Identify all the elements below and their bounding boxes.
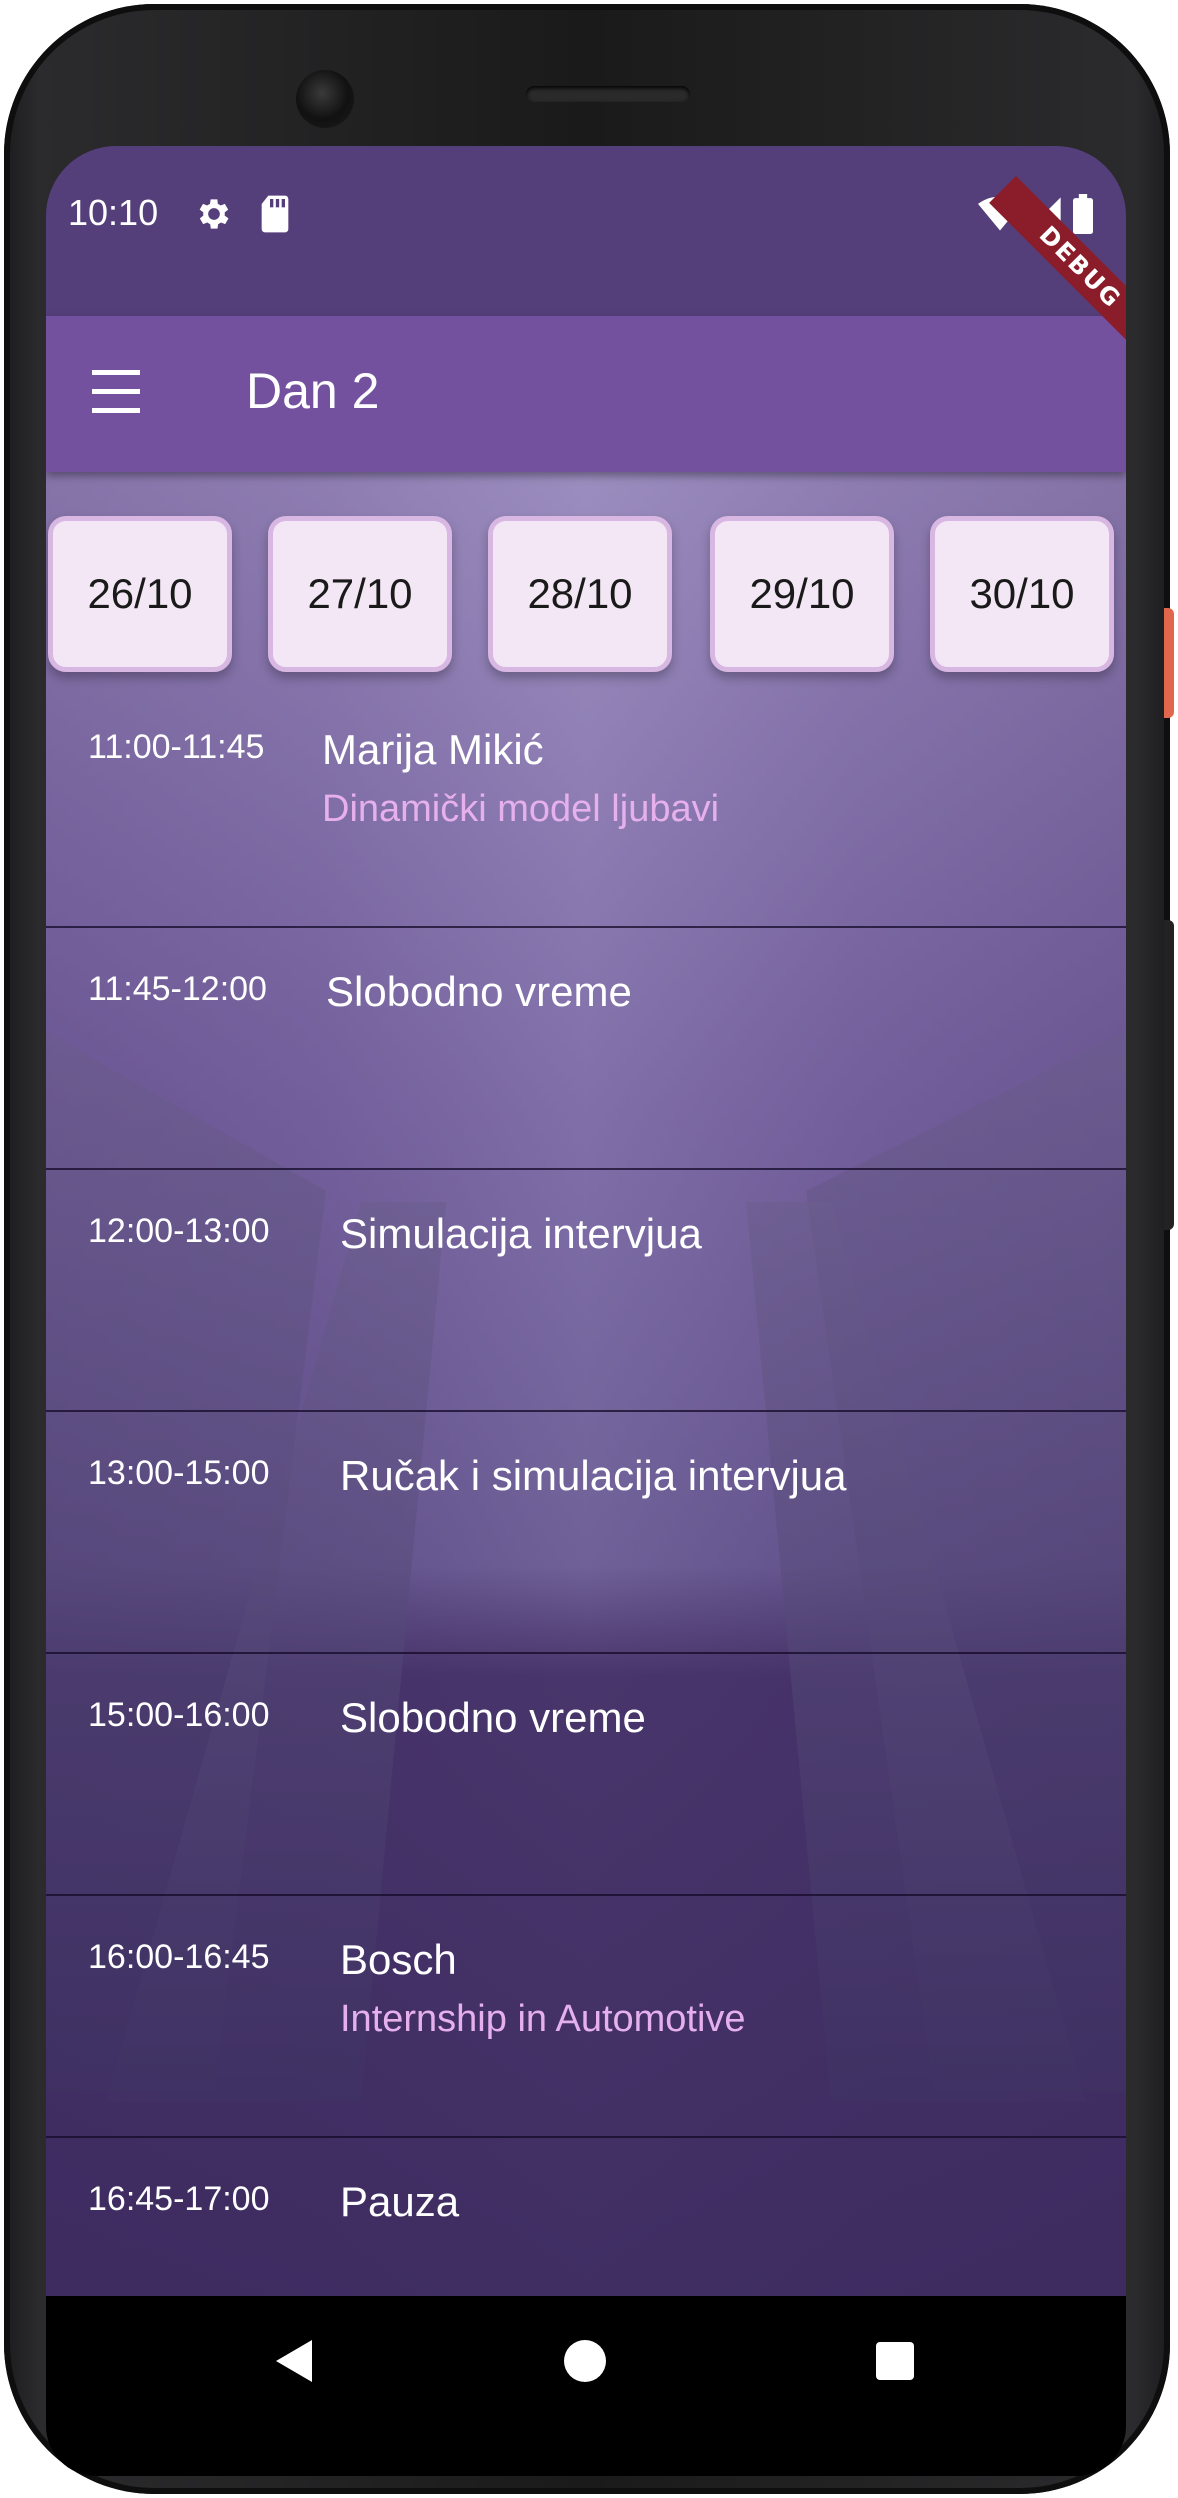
page-title: Dan 2 (246, 363, 380, 419)
status-bar: 10:10 (46, 146, 1126, 316)
row-subtitle: Dinamički model ljubavi (322, 788, 720, 830)
phone-chin (46, 2426, 1126, 2476)
row-time: 13:00-15:00 (88, 1454, 270, 1492)
recents-icon[interactable] (876, 2342, 914, 2380)
back-icon[interactable] (276, 2340, 312, 2382)
settings-icon (199, 199, 229, 229)
schedule-row[interactable]: 15:00-16:00 Slobodno vreme (46, 1654, 1126, 1896)
row-time: 16:00-16:45 (88, 1938, 270, 1976)
schedule-row[interactable]: 13:00-15:00 Ručak i simulacija intervjua (46, 1412, 1126, 1654)
schedule-row[interactable]: 12:00-13:00 Simulacija intervjua (46, 1170, 1126, 1412)
row-title: Pauza (340, 2178, 460, 2225)
earpiece-speaker (526, 86, 690, 102)
proximity-sensor (380, 76, 402, 122)
schedule-row[interactable]: 11:45-12:00 Slobodno vreme (46, 928, 1126, 1170)
row-title: Slobodno vreme (326, 968, 632, 1015)
date-chip[interactable]: 26/10 (48, 516, 232, 672)
power-button (1164, 608, 1174, 718)
row-title: Ručak i simulacija intervjua (340, 1452, 847, 1499)
schedule-list: 11:00-11:45 Marija Mikić Dinamički model… (46, 686, 1126, 2296)
battery-icon (1073, 194, 1093, 234)
sd-card-icon (261, 195, 289, 233)
row-time: 11:00-11:45 (88, 728, 265, 766)
system-nav-bar (46, 2296, 1126, 2426)
date-chip[interactable]: 29/10 (710, 516, 894, 672)
app-bar: Dan 2 (46, 316, 1126, 472)
row-title: Bosch (340, 1936, 457, 1983)
schedule-row[interactable]: 16:00-16:45 Bosch Internship in Automoti… (46, 1896, 1126, 2138)
volume-button (1164, 920, 1174, 1230)
screen: 10:10 DEBUG Dan 2 26/10 27/10 28/10 29/1… (46, 146, 1126, 2296)
front-camera (296, 70, 354, 128)
status-time: 10:10 (68, 192, 159, 233)
row-title: Marija Mikić (322, 726, 544, 773)
schedule-row[interactable]: 16:45-17:00 Pauza (46, 2138, 1126, 2296)
date-chip[interactable]: 30/10 (930, 516, 1114, 672)
home-icon[interactable] (564, 2340, 606, 2382)
row-subtitle: Internship in Automotive (340, 1998, 746, 2040)
row-title: Simulacija intervjua (340, 1210, 702, 1257)
schedule-row[interactable]: 11:00-11:45 Marija Mikić Dinamički model… (46, 686, 1126, 928)
row-time: 16:45-17:00 (88, 2180, 270, 2218)
row-time: 12:00-13:00 (88, 1212, 270, 1250)
date-selector: 26/10 27/10 28/10 29/10 30/10 (46, 516, 1126, 686)
date-chip[interactable]: 27/10 (268, 516, 452, 672)
row-title: Slobodno vreme (340, 1694, 646, 1741)
row-time: 11:45-12:00 (88, 970, 267, 1008)
date-chip[interactable]: 28/10 (488, 516, 672, 672)
schedule-content[interactable]: 26/10 27/10 28/10 29/10 30/10 11:00-11:4… (46, 472, 1126, 2296)
menu-icon[interactable] (86, 362, 146, 422)
row-time: 15:00-16:00 (88, 1696, 270, 1734)
